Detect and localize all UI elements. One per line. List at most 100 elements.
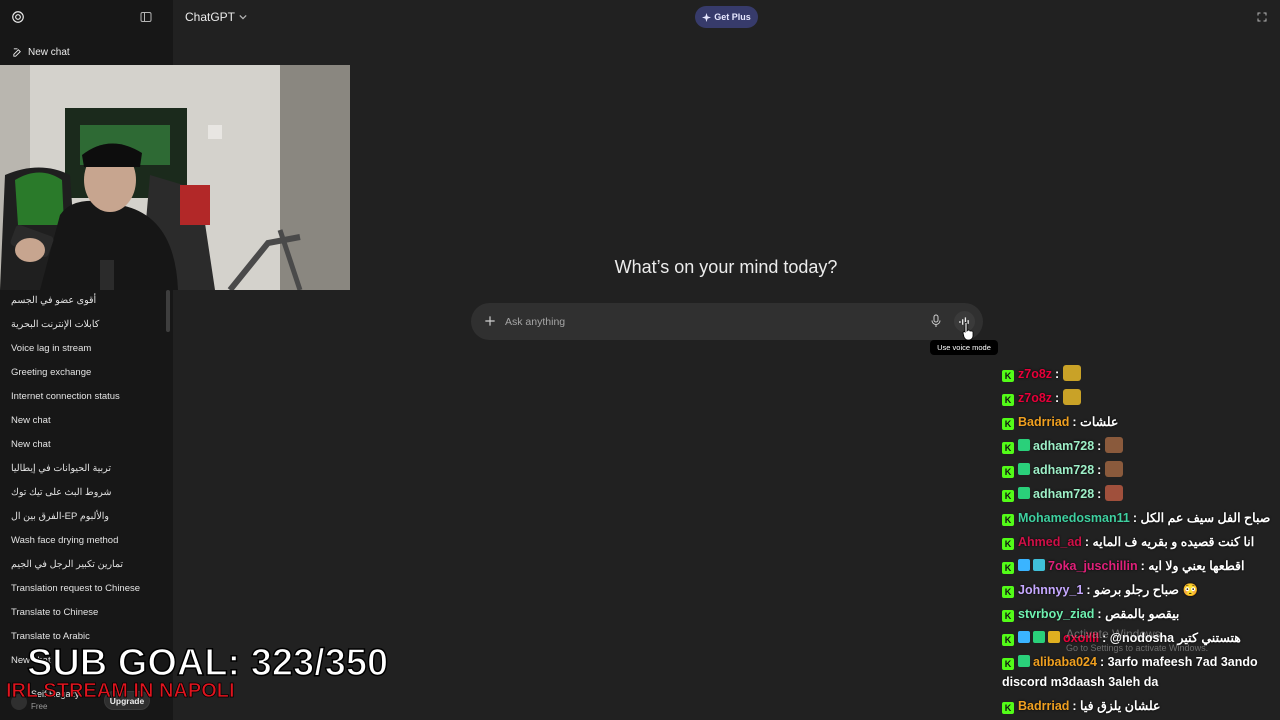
openai-logo-icon[interactable] <box>11 10 25 24</box>
page-title: What’s on your mind today? <box>614 257 838 277</box>
stream-chat: Kz7o8z: Kz7o8z: K Badrriad: علشات Kadham72… <box>1002 364 1276 720</box>
chat-text: اقطعها يعني ولا ايه <box>1148 559 1245 573</box>
star-badge-icon <box>1018 487 1030 499</box>
chat-username[interactable]: adham728 <box>1033 439 1094 453</box>
chevron-down-icon <box>239 14 247 20</box>
chat-message: K Badrriad: علشات <box>1002 412 1276 432</box>
chat-message: Kadham728: <box>1002 436 1276 456</box>
microphone-icon[interactable] <box>930 314 942 328</box>
chat-message: Kz7o8z: <box>1002 364 1276 384</box>
chat-username[interactable]: alibaba024 <box>1033 655 1097 669</box>
voice-mode-tooltip: Use voice mode <box>930 340 998 355</box>
sidebar-history-item[interactable]: New chat <box>0 432 165 456</box>
new-chat-button[interactable]: New chat <box>0 40 173 64</box>
star-badge-icon <box>1018 655 1030 667</box>
chat-separator: : <box>1099 655 1108 669</box>
emote-icon <box>1104 485 1123 501</box>
chat-message: Kalibaba024: 3arfo mafeesh 7ad 3ando dis… <box>1002 652 1276 692</box>
chat-username[interactable]: Ahmed_ad <box>1018 535 1082 549</box>
chat-separator: : <box>1055 391 1063 405</box>
sidebar-history-item[interactable]: Translation request to Chinese <box>0 576 165 600</box>
get-plus-button[interactable]: Get Plus <box>695 6 758 28</box>
emote-icon <box>1062 389 1081 405</box>
star-badge-icon <box>1018 463 1030 475</box>
chat-text: علشات <box>1080 415 1119 429</box>
chat-message: K 7oka_juschillin: اقطعها يعني ولا ايه <box>1002 556 1276 576</box>
chat-message: K Ahmed_ad: انا كنت قصيده و بقريه ف الماي… <box>1002 532 1276 552</box>
chat-username[interactable]: Badrriad <box>1018 699 1069 713</box>
sidebar-history-item[interactable]: كابلات الإنترنت البحرية <box>0 312 165 336</box>
emote-icon <box>1062 365 1081 381</box>
sidebar-history-item[interactable]: Greeting exchange <box>0 360 165 384</box>
chat-message: K Johnnyy_1: صباح رجلو برضو 😳 <box>1002 580 1276 600</box>
kick-badge-icon: K <box>1002 702 1014 714</box>
new-chat-label: New chat <box>28 46 70 58</box>
chat-username[interactable]: Johnnyy_1 <box>1018 583 1083 597</box>
chat-separator: : <box>1097 487 1105 501</box>
chat-username[interactable]: stvrboy_ziad <box>1018 607 1094 621</box>
sidebar-scrollbar[interactable] <box>166 290 170 332</box>
chat-message: Kstvrboy_ziad: بيقصو بالمقص <box>1002 604 1276 624</box>
sidebar-history-item[interactable]: Translate to Chinese <box>0 600 165 624</box>
sidebar-history-item[interactable]: New chat <box>0 408 165 432</box>
chat-username[interactable]: adham728 <box>1033 463 1094 477</box>
chat-message: Kadham728: <box>1002 484 1276 504</box>
chat-username[interactable]: Badrriad <box>1018 415 1069 429</box>
sidebar-history-item[interactable]: تمارين تكبير الرجل في الجيم <box>0 552 165 576</box>
chat-message: Kadham728: <box>1002 460 1276 480</box>
stream-title-overlay: IRL STREAM IN NAPOLI <box>6 680 235 703</box>
mouse-cursor-icon <box>962 322 974 340</box>
kick-badge-icon: K <box>1002 514 1014 526</box>
star-badge-icon <box>1033 631 1045 643</box>
sparkle-icon <box>702 12 712 22</box>
sub-goal-overlay: SUB GOAL: 323/350 <box>26 641 389 685</box>
kick-badge-icon: K <box>1002 658 1014 670</box>
chat-separator: : <box>1072 415 1081 429</box>
windows-watermark-title: Activate Windows <box>1066 627 1161 641</box>
chat-separator: : <box>1055 367 1063 381</box>
chat-username[interactable]: 7oka_juschillin <box>1048 559 1138 573</box>
chat-username[interactable]: z7o8z <box>1018 391 1052 405</box>
sidebar-history-item[interactable]: Wash face drying method <box>0 528 165 552</box>
gift-badge-icon <box>1018 559 1030 571</box>
user-plan: Free <box>31 702 48 711</box>
sidebar-history-item[interactable]: أقوى عضو في الجسم <box>0 288 165 312</box>
gift-badge-icon <box>1018 631 1030 643</box>
chat-history-list: أقوى عضو في الجسم كابلات الإنترنت البحرية… <box>0 288 165 672</box>
kick-badge-icon: K <box>1002 490 1014 502</box>
kick-badge-icon: K <box>1002 562 1014 574</box>
chat-message: Kz7o8z: <box>1002 388 1276 408</box>
model-name: ChatGPT <box>185 10 236 24</box>
chat-separator: : <box>1097 463 1105 477</box>
edit-icon <box>13 47 21 57</box>
chat-separator: : <box>1097 439 1105 453</box>
model-selector[interactable]: ChatGPT <box>185 10 247 24</box>
chat-text: صباح رجلو برضو 😳 <box>1093 583 1199 597</box>
star-badge-icon <box>1018 439 1030 451</box>
kick-badge-icon: K <box>1002 418 1014 430</box>
plus-icon[interactable] <box>483 314 497 328</box>
temporary-chat-icon[interactable] <box>1256 11 1268 23</box>
chat-text: علشان يلزق فيا <box>1080 699 1161 713</box>
sidebar-history-item[interactable]: تربية الحيوانات في إيطاليا <box>0 456 165 480</box>
chat-username[interactable]: Mohamedosman11 <box>1018 511 1130 525</box>
sidebar-toggle-icon[interactable] <box>140 11 152 23</box>
windows-watermark-sub: Go to Settings to activate Windows. <box>1066 643 1209 653</box>
prompt-input[interactable] <box>505 309 905 334</box>
composer <box>471 303 983 340</box>
chat-username[interactable]: adham728 <box>1033 487 1094 501</box>
grid-badge-icon <box>1033 559 1045 571</box>
emote-icon <box>1104 461 1123 477</box>
chat-separator: : <box>1097 607 1106 621</box>
get-plus-label: Get Plus <box>714 12 751 22</box>
sidebar-history-item[interactable]: شروط البث على تيك توك <box>0 480 165 504</box>
chat-separator: : <box>1086 583 1094 597</box>
kick-badge-icon: K <box>1002 442 1014 454</box>
sidebar-history-item[interactable]: الفرق بين ال-EP والألبوم <box>0 504 165 528</box>
webcam-feed <box>0 65 350 290</box>
sidebar-history-item[interactable]: Internet connection status <box>0 384 165 408</box>
chat-username[interactable]: z7o8z <box>1018 367 1052 381</box>
kick-badge-icon: K <box>1002 466 1014 478</box>
chat-text: صباح الفل سيف عم الكل <box>1140 511 1271 525</box>
sidebar-history-item[interactable]: Voice lag in stream <box>0 336 165 360</box>
